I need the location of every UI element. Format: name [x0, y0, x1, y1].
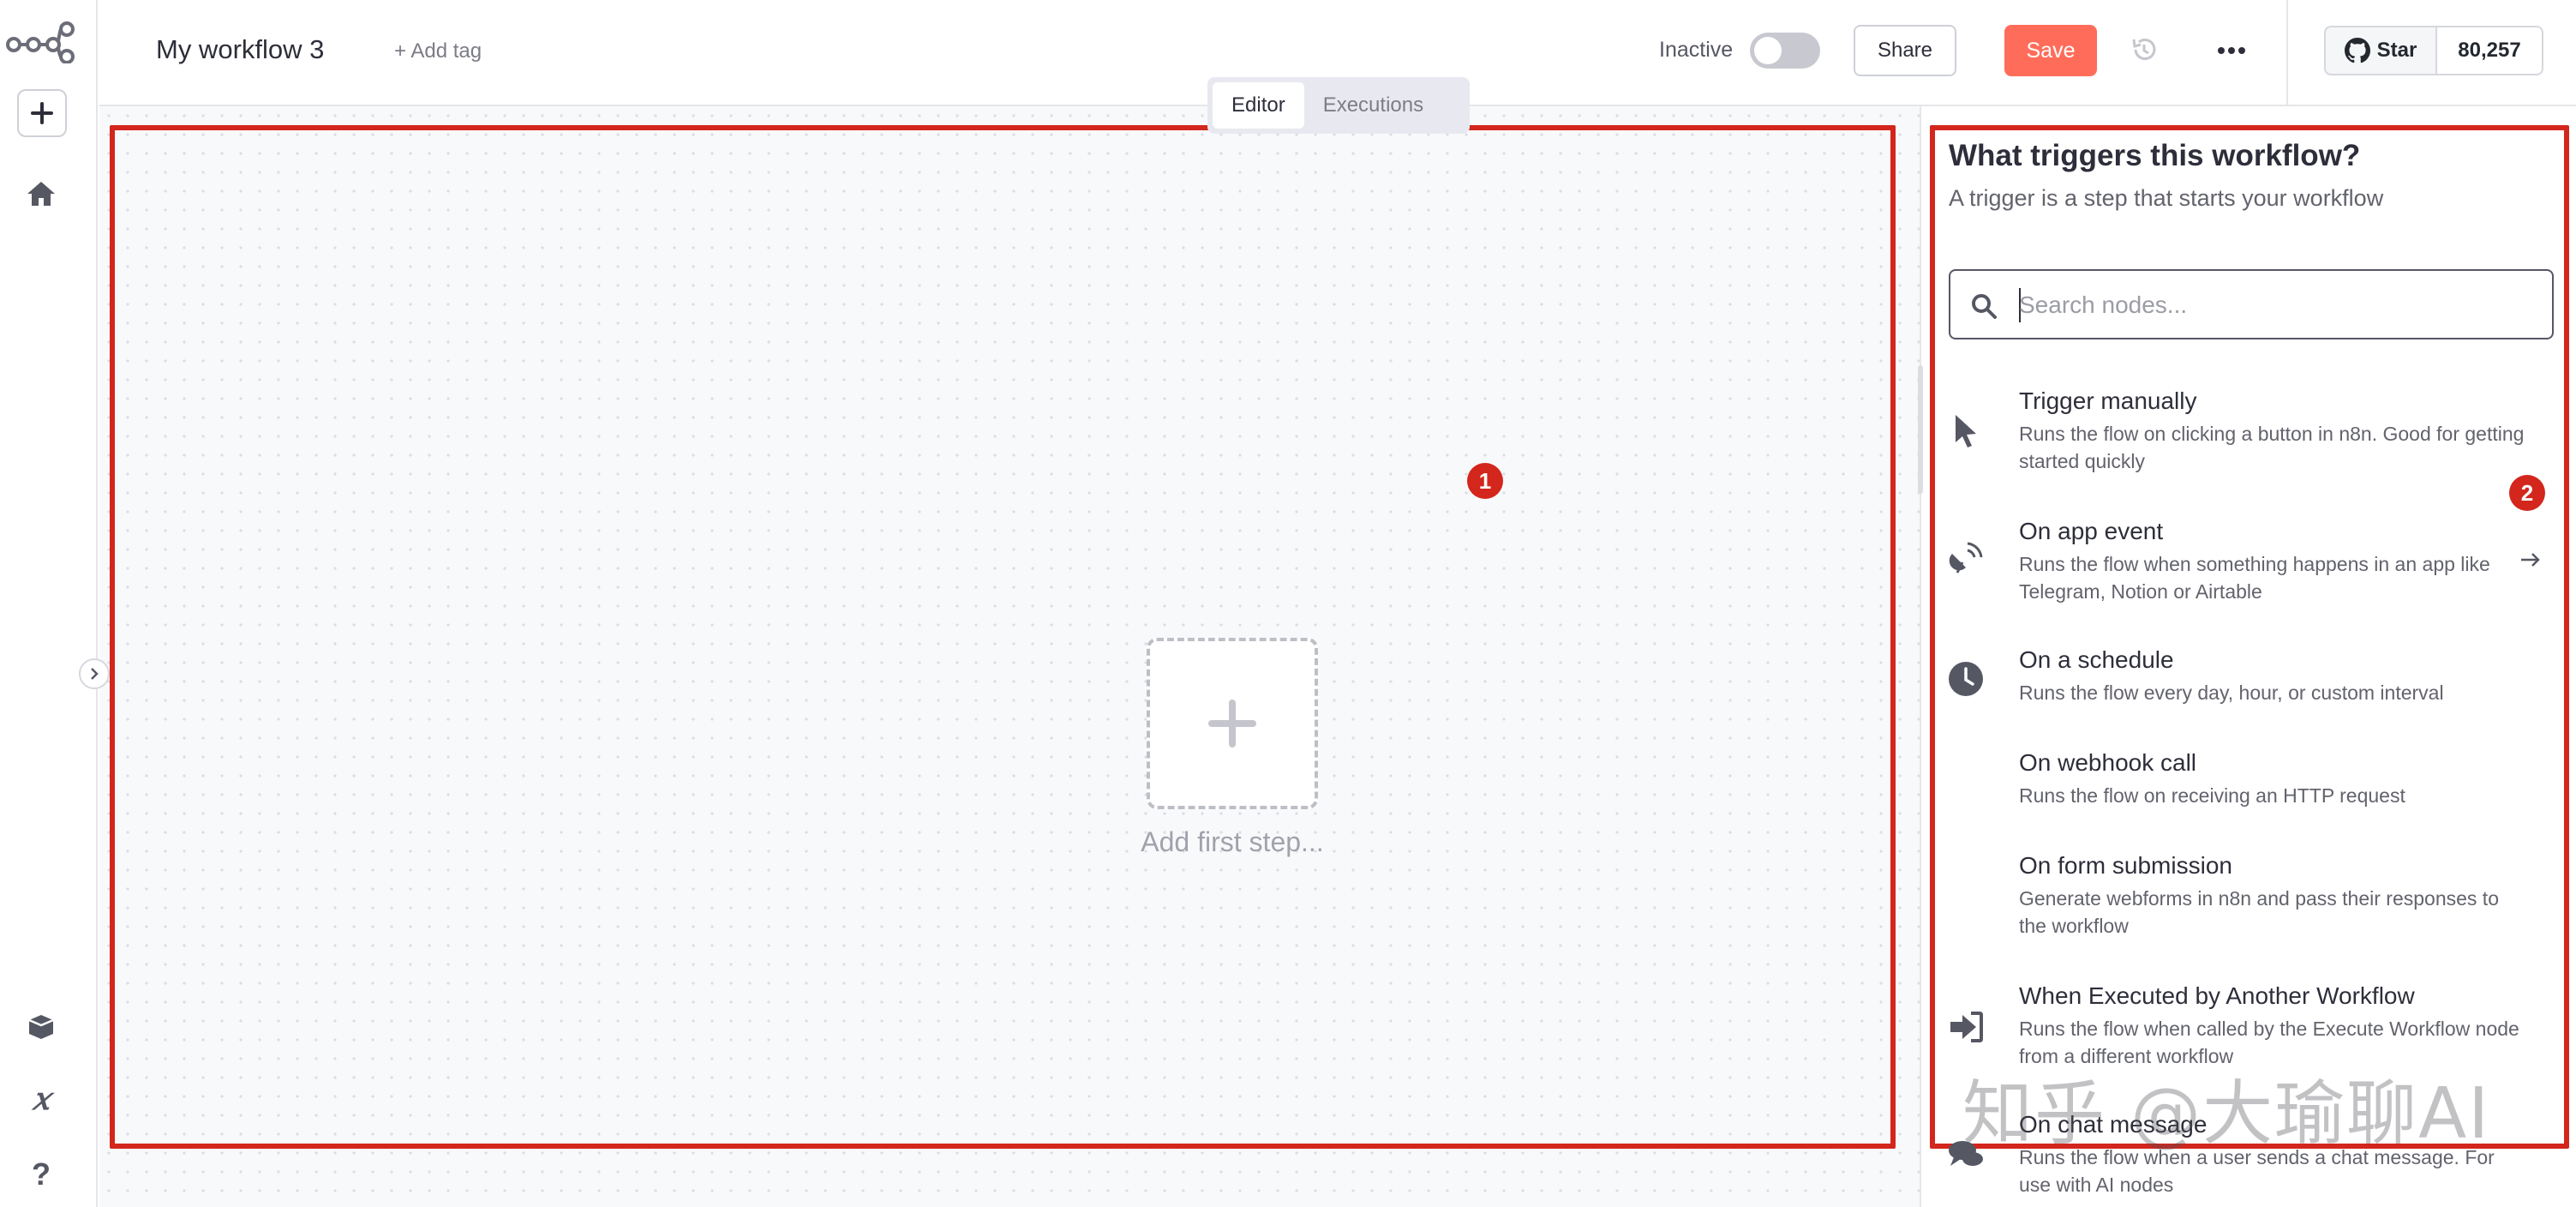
trigger-description: Runs the flow when something happens in … [2019, 553, 2490, 603]
tab-editor[interactable]: Editor [1213, 82, 1304, 129]
arrow-right-icon [2521, 553, 2540, 567]
trigger-panel: What triggers this workflow? A trigger i… [1918, 106, 2576, 1207]
history-icon[interactable] [2129, 34, 2160, 65]
annotation-marker-2: 2 [2509, 475, 2545, 511]
editor-tabs: Editor Executions [1207, 77, 1470, 134]
sign-in-icon [1950, 1012, 1983, 1042]
trigger-item-sub-workflow[interactable]: When Executed by Another Workflow Runs t… [1921, 982, 2574, 1068]
watermark: 知乎 @大瑜聊AI [1962, 1073, 2491, 1155]
toggle-knob [1754, 37, 1782, 64]
panel-title: What triggers this workflow? [1949, 139, 2361, 172]
clock-icon [1949, 662, 1983, 696]
add-first-step-button[interactable] [1147, 638, 1318, 809]
trigger-item-manual[interactable]: Trigger manually Runs the flow on clicki… [1921, 387, 2574, 473]
trigger-item-webhook[interactable]: On webhook call Runs the flow on receivi… [1921, 749, 2574, 809]
trigger-description: Runs the flow every day, hour, or custom… [2019, 682, 2444, 704]
status-label: Inactive [1659, 38, 1734, 62]
add-tag-link[interactable]: + Add tag [394, 39, 482, 63]
trigger-title: On a schedule [2019, 646, 2174, 673]
trigger-title: When Executed by Another Workflow [2019, 982, 2415, 1009]
trigger-title: Trigger manually [2019, 387, 2197, 414]
trigger-item-app-event[interactable]: On app event Runs the flow when somethin… [1921, 518, 2574, 604]
panel-subtitle: A trigger is a step that starts your wor… [1949, 185, 2384, 211]
share-button[interactable]: Share [1854, 25, 1956, 76]
trigger-description: Runs the flow on clicking a button in n8… [2019, 423, 2525, 472]
n8n-logo-icon[interactable] [5, 19, 75, 63]
annotation-marker-1: 1 [1467, 463, 1503, 499]
more-options-icon[interactable] [2214, 38, 2249, 63]
trigger-description: Generate webforms in n8n and pass their … [2019, 887, 2499, 937]
plus-icon [31, 102, 53, 124]
active-toggle[interactable] [1750, 33, 1820, 69]
search-nodes-input[interactable] [2019, 286, 2533, 324]
templates-box-icon[interactable] [24, 1008, 58, 1042]
header-divider [2286, 0, 2288, 105]
webhook-icon [1945, 761, 1986, 802]
variables-icon[interactable]: 𝑥 [24, 1082, 58, 1116]
annotation-box-canvas [110, 125, 1896, 1149]
chevron-right-icon [91, 668, 99, 680]
trigger-item-form[interactable]: On form submission Generate webforms in … [1921, 852, 2574, 938]
trigger-item-schedule[interactable]: On a schedule Runs the flow every day, h… [1921, 646, 2574, 706]
add-workflow-button[interactable] [17, 89, 67, 137]
form-icon [1945, 874, 1986, 916]
add-first-step-label: Add first step... [1141, 826, 1324, 857]
trigger-description: Runs the flow on receiving an HTTP reque… [2019, 784, 2405, 807]
left-sidebar: 𝑥 ? [0, 0, 98, 1207]
search-nodes-field[interactable] [1949, 269, 2554, 339]
trigger-title: On form submission [2019, 852, 2232, 879]
save-button[interactable]: Save [2004, 25, 2097, 76]
help-icon[interactable]: ? [24, 1157, 58, 1192]
plus-icon [1208, 700, 1256, 748]
home-icon[interactable] [24, 177, 58, 211]
github-star-label: Star [2376, 39, 2417, 62]
trigger-title: On webhook call [2019, 749, 2197, 776]
github-star-button[interactable]: Star [2324, 26, 2435, 75]
github-icon [2344, 38, 2370, 63]
tab-executions[interactable]: Executions [1304, 82, 1442, 129]
workflow-canvas[interactable]: 1 Add first step... [79, 106, 1920, 1207]
satellite-icon [1949, 542, 1983, 573]
cursor-icon [1956, 415, 1976, 447]
search-icon [1972, 294, 1997, 319]
workflow-title[interactable]: My workflow 3 [156, 34, 324, 65]
expand-sidebar-button[interactable] [79, 658, 110, 689]
trigger-title: On app event [2019, 518, 2164, 544]
github-star-count[interactable]: 80,257 [2435, 26, 2543, 75]
